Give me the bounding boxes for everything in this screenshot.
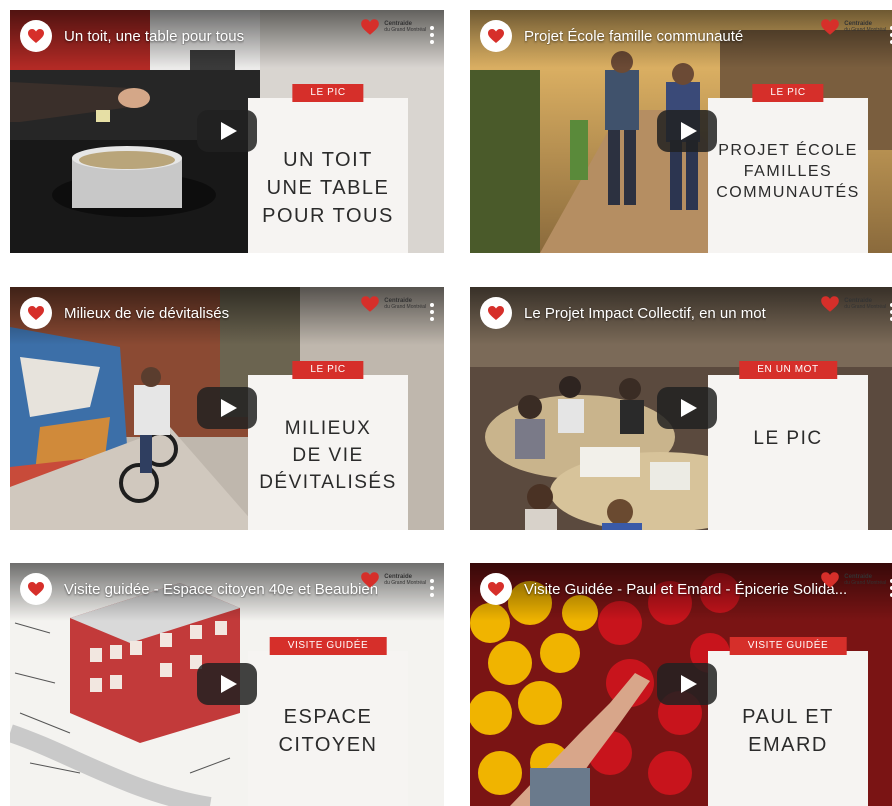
- play-icon: [681, 122, 697, 140]
- panel-title: LE PIC: [753, 428, 823, 449]
- centraide-logo: Centraide du Grand Montréal: [359, 569, 426, 591]
- title-panel: LE PIC UN TOIT UNE TABLE POUR TOUS: [248, 84, 408, 253]
- panel-title: PAUL ET EMARD: [742, 706, 834, 756]
- video-title[interactable]: Visite Guidée - Paul et Emard - Épicerie…: [524, 581, 847, 598]
- centraide-heart-icon: [361, 296, 380, 312]
- more-vert-icon[interactable]: [430, 303, 434, 321]
- play-button[interactable]: [657, 387, 717, 429]
- play-button[interactable]: [197, 110, 257, 152]
- category-badge: EN UN MOT: [739, 361, 837, 379]
- title-panel: LE PIC PROJET ÉCOLE FAMILLES COMMUNAUTÉS: [708, 84, 868, 253]
- centraide-logo: Centraide du Grand Montréal: [819, 16, 886, 38]
- video-card-3[interactable]: Milieux de vie dévitalisés Centraide du G…: [10, 287, 444, 530]
- channel-avatar[interactable]: [20, 573, 52, 605]
- title-panel: LE PIC MILIEUX DE VIE DÉVITALISÉS: [248, 361, 408, 530]
- play-icon: [681, 675, 697, 693]
- centraide-heart-icon: [488, 29, 504, 43]
- centraide-heart-icon: [488, 306, 504, 320]
- category-badge: VISITE GUIDÉE: [729, 637, 847, 655]
- centraide-logo: Centraide du Grand Montréal: [819, 293, 886, 315]
- more-vert-icon[interactable]: [430, 26, 434, 44]
- category-badge: LE PIC: [752, 84, 824, 102]
- play-button[interactable]: [197, 663, 257, 705]
- channel-avatar[interactable]: [480, 297, 512, 329]
- logo-subtitle: du Grand Montréal: [384, 27, 426, 33]
- logo-subtitle: du Grand Montréal: [844, 27, 886, 33]
- video-title[interactable]: Le Projet Impact Collectif, en un mot: [524, 305, 766, 322]
- panel-title: UN TOIT UNE TABLE POUR TOUS: [262, 149, 394, 227]
- play-button[interactable]: [657, 110, 717, 152]
- video-title[interactable]: Un toit, une table pour tous: [64, 28, 244, 45]
- centraide-logo: Centraide du Grand Montréal: [359, 16, 426, 38]
- logo-subtitle: du Grand Montréal: [384, 304, 426, 310]
- centraide-heart-icon: [361, 572, 380, 588]
- panel-title: PROJET ÉCOLE FAMILLES COMMUNAUTÉS: [716, 142, 860, 201]
- play-button[interactable]: [657, 663, 717, 705]
- title-panel: VISITE GUIDÉE ESPACE CITOYEN: [248, 637, 408, 806]
- category-badge: LE PIC: [292, 84, 364, 102]
- centraide-heart-icon: [28, 306, 44, 320]
- channel-avatar[interactable]: [480, 573, 512, 605]
- channel-avatar[interactable]: [480, 20, 512, 52]
- play-icon: [221, 399, 237, 417]
- centraide-heart-icon: [28, 582, 44, 596]
- panel-title: ESPACE CITOYEN: [278, 706, 378, 756]
- centraide-heart-icon: [28, 29, 44, 43]
- more-vert-icon[interactable]: [430, 579, 434, 597]
- play-button[interactable]: [197, 387, 257, 429]
- video-card-4[interactable]: Le Projet Impact Collectif, en un mot Ce…: [470, 287, 892, 530]
- channel-avatar[interactable]: [20, 20, 52, 52]
- logo-subtitle: du Grand Montréal: [844, 304, 886, 310]
- category-badge: VISITE GUIDÉE: [269, 637, 387, 655]
- play-icon: [681, 399, 697, 417]
- centraide-heart-icon: [488, 582, 504, 596]
- video-card-1[interactable]: Un toit, une table pour tous Centraide du…: [10, 10, 444, 253]
- logo-subtitle: du Grand Montréal: [844, 580, 886, 586]
- video-title[interactable]: Projet École famille communauté: [524, 28, 743, 45]
- title-panel: EN UN MOT LE PIC: [708, 361, 868, 530]
- centraide-heart-icon: [821, 296, 840, 312]
- play-icon: [221, 675, 237, 693]
- video-title[interactable]: Visite guidée - Espace citoyen 40e et Be…: [64, 581, 378, 598]
- video-card-5[interactable]: Visite guidée - Espace citoyen 40e et Be…: [10, 563, 444, 806]
- channel-avatar[interactable]: [20, 297, 52, 329]
- video-card-2[interactable]: Projet École famille communauté Centraid…: [470, 10, 892, 253]
- centraide-heart-icon: [361, 19, 380, 35]
- centraide-logo: Centraide du Grand Montréal: [359, 293, 426, 315]
- panel-title: MILIEUX DE VIE DÉVITALISÉS: [259, 418, 397, 493]
- category-badge: LE PIC: [292, 361, 364, 379]
- play-icon: [221, 122, 237, 140]
- video-title[interactable]: Milieux de vie dévitalisés: [64, 305, 229, 322]
- title-panel: VISITE GUIDÉE PAUL ET EMARD: [708, 637, 868, 806]
- logo-subtitle: du Grand Montréal: [384, 580, 426, 586]
- centraide-heart-icon: [821, 572, 840, 588]
- centraide-heart-icon: [821, 19, 840, 35]
- centraide-logo: Centraide du Grand Montréal: [819, 569, 886, 591]
- video-card-6[interactable]: Visite Guidée - Paul et Emard - Épicerie…: [470, 563, 892, 806]
